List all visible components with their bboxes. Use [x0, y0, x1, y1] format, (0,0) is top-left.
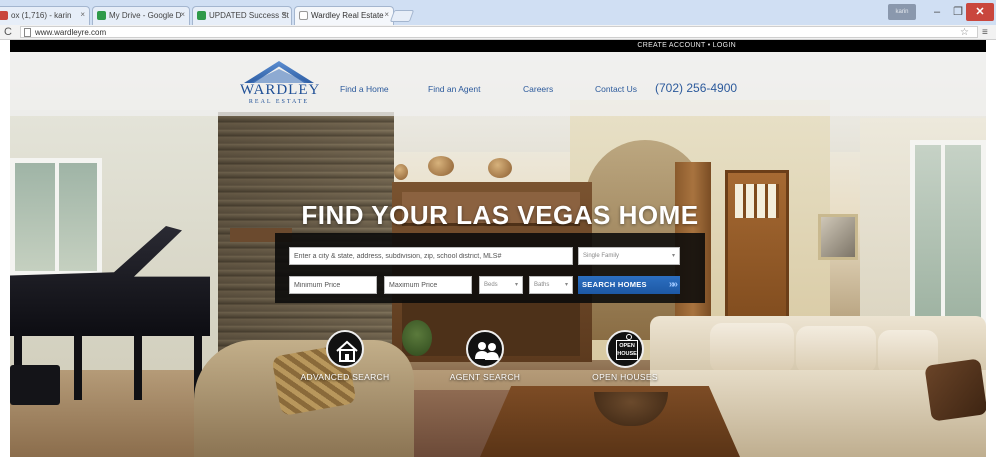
open-house-sign-icon: OPEN HOUSE — [606, 330, 644, 368]
advanced-search-label: ADVANCED SEARCH — [300, 372, 390, 382]
home-search-form: Single Family ▾ Beds ▾ Baths ▾ SEARCH HO… — [275, 233, 705, 303]
browser-tab-sheet[interactable]: UPDATED Success St × — [192, 6, 292, 25]
baths-value: Baths — [534, 282, 550, 288]
open-houses-link[interactable]: OPEN HOUSE OPEN HOUSES — [570, 330, 680, 382]
logo-tagline: REAL ESTATE — [248, 99, 310, 105]
profile-button[interactable]: karin — [888, 4, 916, 20]
close-window-button[interactable]: ✕ — [966, 3, 994, 21]
tab-close-icon[interactable]: × — [180, 10, 185, 19]
wardley-logo[interactable]: WARDLEY REAL ESTATE — [240, 61, 321, 109]
site-header: WARDLEY REAL ESTATE Find a Home Find an … — [10, 52, 986, 116]
browser-tab-gmail[interactable]: ox (1,716) - karin × — [0, 6, 90, 25]
url-text: www.wardleyre.com — [35, 28, 107, 37]
agent-search-label: AGENT SEARCH — [449, 372, 521, 382]
beds-value: Beds — [484, 282, 498, 288]
gmail-favicon-icon — [0, 11, 8, 20]
tab-label: My Drive - Google D — [109, 11, 182, 20]
minimum-price-input[interactable] — [289, 276, 377, 294]
nav-contact-us[interactable]: Contact Us — [595, 83, 637, 95]
property-type-value: Single Family — [583, 253, 620, 259]
drive-favicon-icon — [97, 11, 106, 20]
tab-close-icon[interactable]: × — [282, 10, 287, 19]
tab-close-icon[interactable]: × — [80, 10, 85, 19]
new-tab-button[interactable] — [389, 10, 415, 22]
sheets-favicon-icon — [197, 11, 206, 20]
chevron-down-icon: ▾ — [564, 282, 568, 288]
logo-name: WARDLEY — [240, 82, 321, 98]
browser-tab-bar: ox (1,716) - karin × My Drive - Google D… — [0, 0, 996, 25]
nav-find-an-agent[interactable]: Find an Agent — [428, 83, 480, 95]
advanced-search-link[interactable]: ADVANCED SEARCH — [290, 330, 400, 382]
url-input[interactable]: www.wardleyre.com — [20, 26, 978, 38]
wall-picture — [818, 214, 858, 260]
reload-icon[interactable]: C — [4, 25, 12, 40]
page-icon — [24, 28, 31, 37]
bookmark-star-icon[interactable]: ☆ — [960, 25, 969, 40]
nav-careers[interactable]: Careers — [523, 83, 553, 95]
location-search-input[interactable] — [289, 247, 573, 265]
search-homes-button[interactable]: SEARCH HOMES »» — [578, 276, 680, 294]
open-houses-label: OPEN HOUSES — [592, 372, 658, 382]
page-favicon-icon — [299, 11, 308, 20]
browser-menu-icon[interactable]: ≡ — [982, 25, 988, 40]
address-bar-row: C www.wardleyre.com ☆ ≡ — [0, 25, 996, 40]
browser-tab-wardley[interactable]: Wardley Real Estate × — [294, 6, 394, 25]
agents-icon — [466, 330, 504, 368]
beds-select[interactable]: Beds ▾ — [479, 276, 523, 294]
chevron-down-icon: ▾ — [671, 253, 675, 259]
house-search-icon — [326, 330, 364, 368]
create-account-login-link[interactable]: CREATE ACCOUNT • LOGIN — [637, 41, 736, 51]
double-chevron-right-icon: »» — [668, 279, 678, 290]
tab-label: Wardley Real Estate — [311, 11, 384, 20]
open-house-sign-text: OPEN HOUSE — [616, 334, 638, 360]
hero-headline: FIND YOUR LAS VEGAS HOME — [301, 200, 699, 230]
nav-find-a-home[interactable]: Find a Home — [340, 83, 389, 95]
tab-label: ox (1,716) - karin — [11, 11, 72, 20]
tab-label: UPDATED Success St — [209, 11, 289, 20]
window-image — [10, 158, 102, 276]
chevron-down-icon: ▾ — [514, 282, 518, 288]
agent-search-link[interactable]: AGENT SEARCH — [430, 330, 540, 382]
phone-number[interactable]: (702) 256-4900 — [655, 80, 737, 96]
web-page: CREATE ACCOUNT • LOGIN WARDLEY REAL ESTA… — [10, 40, 986, 457]
account-strip: CREATE ACCOUNT • LOGIN — [10, 40, 986, 52]
search-button-label: SEARCH HOMES — [582, 280, 647, 289]
tab-close-icon[interactable]: × — [384, 10, 389, 19]
baths-select[interactable]: Baths ▾ — [529, 276, 573, 294]
maximum-price-input[interactable] — [384, 276, 472, 294]
property-type-select[interactable]: Single Family ▾ — [578, 247, 680, 265]
browser-tab-drive[interactable]: My Drive - Google D × — [92, 6, 190, 25]
